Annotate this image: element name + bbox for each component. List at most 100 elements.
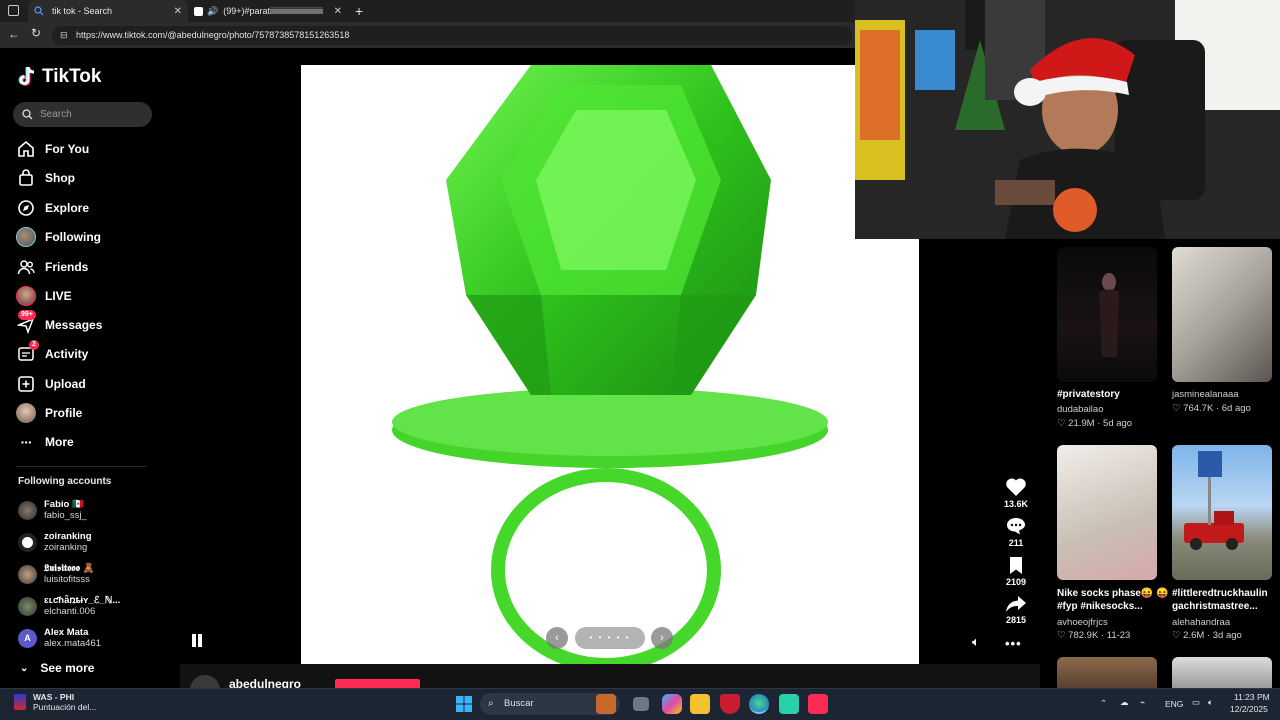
search-input[interactable]: Search: [13, 102, 152, 127]
view-count: 782.9K: [1068, 630, 1099, 641]
nav-label: Activity: [45, 347, 89, 361]
nav-shop[interactable]: Shop: [16, 166, 75, 190]
volume-icon[interactable]: 🔈︎: [972, 634, 980, 650]
new-tab-icon[interactable]: +: [355, 3, 363, 19]
following-account[interactable]: zoiranking zoiranking: [18, 529, 92, 555]
video-thumbnail[interactable]: [1057, 657, 1157, 688]
video-title[interactable]: Nike socks phase😝 😝#fyp #nikesocks...: [1057, 587, 1169, 613]
video-title[interactable]: #littleredtruckhaulin gachristmastree...: [1172, 587, 1280, 613]
speaker-icon[interactable]: 🔊: [207, 6, 218, 17]
nav-label: Shop: [45, 171, 75, 185]
carousel-dots: • • • • •: [575, 627, 645, 649]
onedrive-icon[interactable]: ☁: [1120, 697, 1129, 708]
heart-outline-icon: ♡: [1057, 418, 1066, 429]
security-shield-icon[interactable]: [720, 694, 740, 714]
see-more-link[interactable]: ⌄ See more: [18, 656, 94, 680]
copilot-icon[interactable]: [662, 694, 682, 714]
nav-label: For You: [45, 142, 90, 156]
video-author[interactable]: jasminealanaaa: [1172, 389, 1239, 400]
carousel-prev-button[interactable]: ‹: [546, 627, 568, 649]
account-name: zoiranking: [44, 531, 92, 542]
video-author[interactable]: dudabailao: [1057, 404, 1104, 415]
edge-browser-icon[interactable]: [749, 694, 769, 714]
url-field[interactable]: ⊟ https://www.tiktok.com/@abedulnegro/ph…: [52, 26, 852, 45]
streamer-webcam-overlay: [855, 0, 1280, 239]
clock-date[interactable]: 12/2/2025: [1230, 704, 1268, 714]
back-icon[interactable]: ←: [8, 27, 20, 41]
video-title[interactable]: #privatestory: [1057, 388, 1167, 401]
following-account[interactable]: Fabio 🇲🇽 fabio_ssj_: [18, 497, 87, 523]
close-tab-icon[interactable]: ✕: [334, 6, 342, 17]
following-account[interactable]: 𝕷𝖚𝖎𝖘𝖎𝖙𝖔𝖔𝖔 🧸 luisitofitsss: [18, 561, 94, 587]
carousel-next-button[interactable]: ›: [651, 627, 673, 649]
start-button[interactable]: [454, 694, 474, 714]
account-name: 𝕷𝖚𝖎𝖘𝖎𝖙𝖔𝖔𝖔 🧸: [44, 563, 95, 574]
nav-activity[interactable]: 2 Activity: [16, 340, 89, 366]
more-options-icon[interactable]: •••: [1005, 636, 1022, 651]
pause-button[interactable]: [191, 634, 203, 648]
tab-actions-icon[interactable]: [8, 5, 19, 16]
tab-tiktok[interactable]: 🔊 (99+)#paratiiiiiiiiiiiiiiiiiiiiiiiiiii…: [188, 0, 348, 22]
nav-for-you[interactable]: For You: [16, 137, 89, 161]
video-thumbnail[interactable]: [1172, 657, 1272, 688]
upload-icon: [16, 374, 36, 394]
nav-live[interactable]: LIVE: [16, 284, 72, 308]
search-icon: [34, 6, 44, 16]
following-account[interactable]: A Alex Mata alex.mata461: [18, 625, 101, 651]
network-icon[interactable]: ⌁: [1140, 697, 1145, 708]
video-thumbnail[interactable]: [1057, 445, 1157, 580]
game-widget-icon[interactable]: [596, 694, 616, 714]
file-explorer-icon[interactable]: [690, 694, 710, 714]
tab-label: (99+)#paratiiiiiiiiiiiiiiiiiiiiiiiiiii: [223, 6, 324, 16]
stream-widget[interactable]: WAS - PHI Puntuación del...: [14, 692, 96, 712]
save-button[interactable]: 2109: [996, 556, 1036, 587]
nav-label: LIVE: [45, 289, 72, 303]
tab-search[interactable]: tik tok - Search ✕: [28, 0, 188, 22]
video-thumbnail[interactable]: [1172, 247, 1272, 382]
gaming-app-icon[interactable]: [779, 694, 799, 714]
shop-bag-icon: [16, 168, 36, 188]
like-button[interactable]: 13.6K: [996, 477, 1036, 509]
sidebar-divider: [16, 466, 146, 467]
nav-friends[interactable]: Friends: [16, 255, 88, 279]
following-account[interactable]: ɛʟƈɦǟռȶɨʏ_ℰ_ℕ... elchanti.006: [18, 593, 120, 619]
nav-following[interactable]: Following: [16, 225, 101, 249]
video-thumbnail[interactable]: [1057, 247, 1157, 382]
heart-icon: [1006, 478, 1026, 496]
video-author[interactable]: alehahandraa: [1172, 617, 1230, 628]
tiktok-logo[interactable]: TikTok: [18, 66, 101, 88]
refresh-icon[interactable]: ↻: [31, 26, 41, 40]
view-count: 2.6M: [1183, 630, 1205, 641]
share-arrow-icon: [1006, 596, 1026, 612]
avatar: [18, 564, 37, 584]
tiktok-app-icon[interactable]: [808, 694, 828, 714]
avatar: [18, 532, 37, 552]
share-button[interactable]: 2815: [996, 595, 1036, 625]
clock-time[interactable]: 11:23 PM: [1234, 692, 1270, 702]
post-image[interactable]: [301, 65, 919, 664]
nav-upload[interactable]: Upload: [16, 372, 86, 396]
following-avatar-icon: [16, 227, 36, 247]
profile-avatar-icon: [16, 403, 36, 423]
language-indicator[interactable]: ENG: [1165, 699, 1183, 709]
home-icon: [16, 139, 36, 159]
video-stats: ♡ 782.9K · 11-23: [1057, 630, 1131, 641]
volume-icon[interactable]: 🔈︎: [1208, 697, 1213, 708]
logo-text: TikTok: [42, 66, 102, 87]
close-tab-icon[interactable]: ✕: [174, 6, 182, 17]
messages-icon: 99+: [16, 310, 36, 335]
heart-outline-icon: ♡: [1172, 630, 1181, 641]
battery-icon[interactable]: ▭: [1192, 697, 1200, 708]
video-author[interactable]: avhoeojfrjcs: [1057, 617, 1108, 628]
red-truck-image: [1184, 451, 1244, 550]
search-placeholder: Search: [40, 109, 72, 120]
nav-messages[interactable]: 99+ Messages: [16, 310, 102, 337]
task-view-icon[interactable]: [633, 697, 649, 711]
nav-profile[interactable]: Profile: [16, 401, 82, 425]
comment-button[interactable]: 211: [996, 516, 1036, 548]
video-thumbnail[interactable]: [1172, 445, 1272, 580]
tray-overflow-icon[interactable]: ⌃: [1100, 698, 1107, 709]
nav-more[interactable]: ··· More: [16, 430, 74, 454]
nav-explore[interactable]: Explore: [16, 196, 89, 220]
site-info-icon[interactable]: ⊟: [60, 26, 68, 45]
